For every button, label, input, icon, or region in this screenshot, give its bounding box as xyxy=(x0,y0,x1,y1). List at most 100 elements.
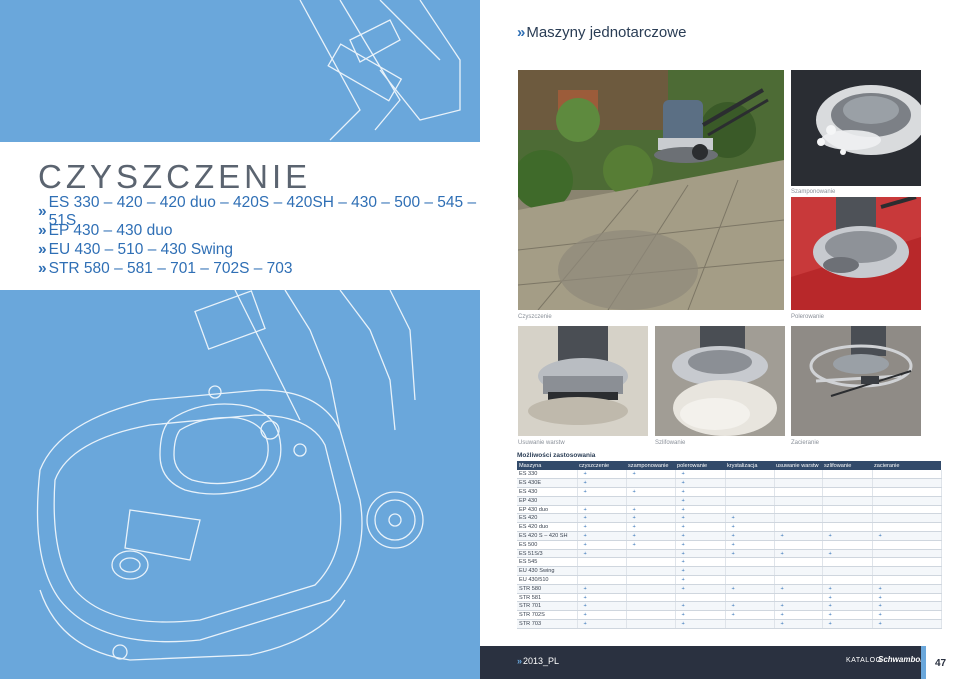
application-mark-cell: + xyxy=(725,540,775,550)
application-mark-cell: + xyxy=(725,522,775,533)
application-mark-cell xyxy=(725,566,775,577)
application-mark-cell: + xyxy=(725,584,775,594)
application-mark-cell: + xyxy=(774,610,823,621)
application-mark-cell: + xyxy=(872,610,942,621)
column-header: usuwanie warstw xyxy=(774,461,822,470)
application-mark-cell: + xyxy=(577,470,627,480)
application-mark-cell xyxy=(774,478,823,489)
table-row: ES 330 + + + xyxy=(517,470,942,480)
application-mark-cell xyxy=(774,470,823,480)
application-mark-cell: + xyxy=(577,531,627,541)
photo-caption: Czyszczenie xyxy=(518,314,552,320)
application-mark-cell xyxy=(626,496,676,506)
application-mark-cell: + xyxy=(675,549,726,559)
application-mark-cell xyxy=(872,549,942,559)
application-mark-cell xyxy=(725,470,775,480)
application-mark-cell xyxy=(774,566,823,577)
application-mark-cell: + xyxy=(626,513,676,524)
application-mark-cell: + xyxy=(577,619,627,629)
application-mark-cell xyxy=(872,522,942,533)
application-mark-cell xyxy=(626,584,676,594)
model-list: » ES 330 – 420 – 420 duo – 420S – 420SH –… xyxy=(38,194,480,278)
table-row: ES 430E + + xyxy=(517,478,942,489)
application-mark-cell: + xyxy=(774,549,823,559)
application-mark-cell: + xyxy=(675,487,726,497)
application-mark-cell: + xyxy=(577,549,627,559)
table-row: STR 703 + + + + + xyxy=(517,619,942,629)
application-mark-cell: + xyxy=(675,557,726,568)
application-mark-cell: + xyxy=(872,619,942,629)
chevron-right-icon: » xyxy=(517,24,525,41)
machine-name-cell: ES 51S/3 xyxy=(517,549,578,559)
application-mark-cell: + xyxy=(675,522,726,533)
application-mark-cell xyxy=(577,575,627,585)
application-mark-cell xyxy=(822,478,873,489)
table-row: STR 581 + + + xyxy=(517,593,942,603)
application-mark-cell: + xyxy=(822,610,873,621)
table-row: STR 701 + + + + + + xyxy=(517,601,942,612)
machine-name-cell: ES 420 xyxy=(517,513,578,524)
application-mark-cell xyxy=(822,522,873,533)
application-mark-cell xyxy=(675,593,726,603)
application-mark-cell: + xyxy=(577,487,627,497)
machine-name-cell: ES 330 xyxy=(517,470,578,480)
machine-name-cell: EP 430 xyxy=(517,496,578,506)
application-mark-cell xyxy=(822,496,873,506)
application-mark-cell: + xyxy=(577,505,627,515)
page-number: 47 xyxy=(935,658,947,669)
application-mark-cell xyxy=(725,557,775,568)
page-footer: » 2013_PL KATALOG Schwamborn 47 xyxy=(480,646,960,679)
application-mark-cell: + xyxy=(872,584,942,594)
carpet-shampoo-photo xyxy=(791,70,921,186)
footer-catalog-label: KATALOG xyxy=(846,657,882,664)
chevron-right-icon: » xyxy=(38,202,47,220)
table-row: ES 500 + + + + xyxy=(517,540,942,550)
application-mark-cell xyxy=(872,487,942,497)
machine-name-cell: STR 703 xyxy=(517,619,578,629)
application-mark-cell: + xyxy=(577,478,627,489)
application-mark-cell xyxy=(577,566,627,577)
application-mark-cell xyxy=(872,470,942,480)
table-row: EU 430/510 + xyxy=(517,575,942,585)
table-row: STR 702S + + + + + + xyxy=(517,610,942,621)
application-mark-cell xyxy=(872,566,942,577)
application-mark-cell xyxy=(774,557,823,568)
application-mark-cell: + xyxy=(725,531,775,541)
table-row: ES 420 duo + + + + xyxy=(517,522,942,533)
machine-name-cell: ES 430E xyxy=(517,478,578,489)
application-mark-cell: + xyxy=(725,513,775,524)
machine-name-cell: ES 500 xyxy=(517,540,578,550)
application-mark-cell xyxy=(774,496,823,506)
chevron-right-icon: » xyxy=(38,240,47,258)
application-mark-cell: + xyxy=(675,540,726,550)
application-mark-cell xyxy=(774,575,823,585)
application-mark-cell xyxy=(872,513,942,524)
application-mark-cell xyxy=(822,566,873,577)
polishing-photo xyxy=(791,197,921,310)
application-mark-cell xyxy=(626,610,676,621)
photo-caption: Usuwanie warstw xyxy=(518,440,565,446)
table-row: ES 51S/3 + + + + + xyxy=(517,549,942,559)
application-mark-cell xyxy=(822,487,873,497)
application-mark-cell xyxy=(626,566,676,577)
section-title: » Maszyny jednotarczowe xyxy=(517,24,687,41)
column-header: krystalizacja xyxy=(725,461,774,470)
application-mark-cell xyxy=(822,557,873,568)
application-mark-cell: + xyxy=(577,540,627,550)
application-mark-cell: + xyxy=(577,522,627,533)
chevron-right-icon: » xyxy=(38,259,47,277)
application-mark-cell xyxy=(774,487,823,497)
application-mark-cell xyxy=(774,513,823,524)
application-mark-cell xyxy=(725,487,775,497)
application-mark-cell xyxy=(725,619,775,629)
application-mark-cell xyxy=(577,496,627,506)
table-row: ES 420 + + + + xyxy=(517,513,942,524)
application-mark-cell xyxy=(725,575,775,585)
application-mark-cell: + xyxy=(774,584,823,594)
application-mark-cell: + xyxy=(675,575,726,585)
application-mark-cell: + xyxy=(626,540,676,550)
chevron-right-icon: » xyxy=(38,221,47,239)
application-mark-cell: + xyxy=(626,505,676,515)
application-mark-cell: + xyxy=(675,505,726,515)
grinding-photo xyxy=(655,326,785,436)
